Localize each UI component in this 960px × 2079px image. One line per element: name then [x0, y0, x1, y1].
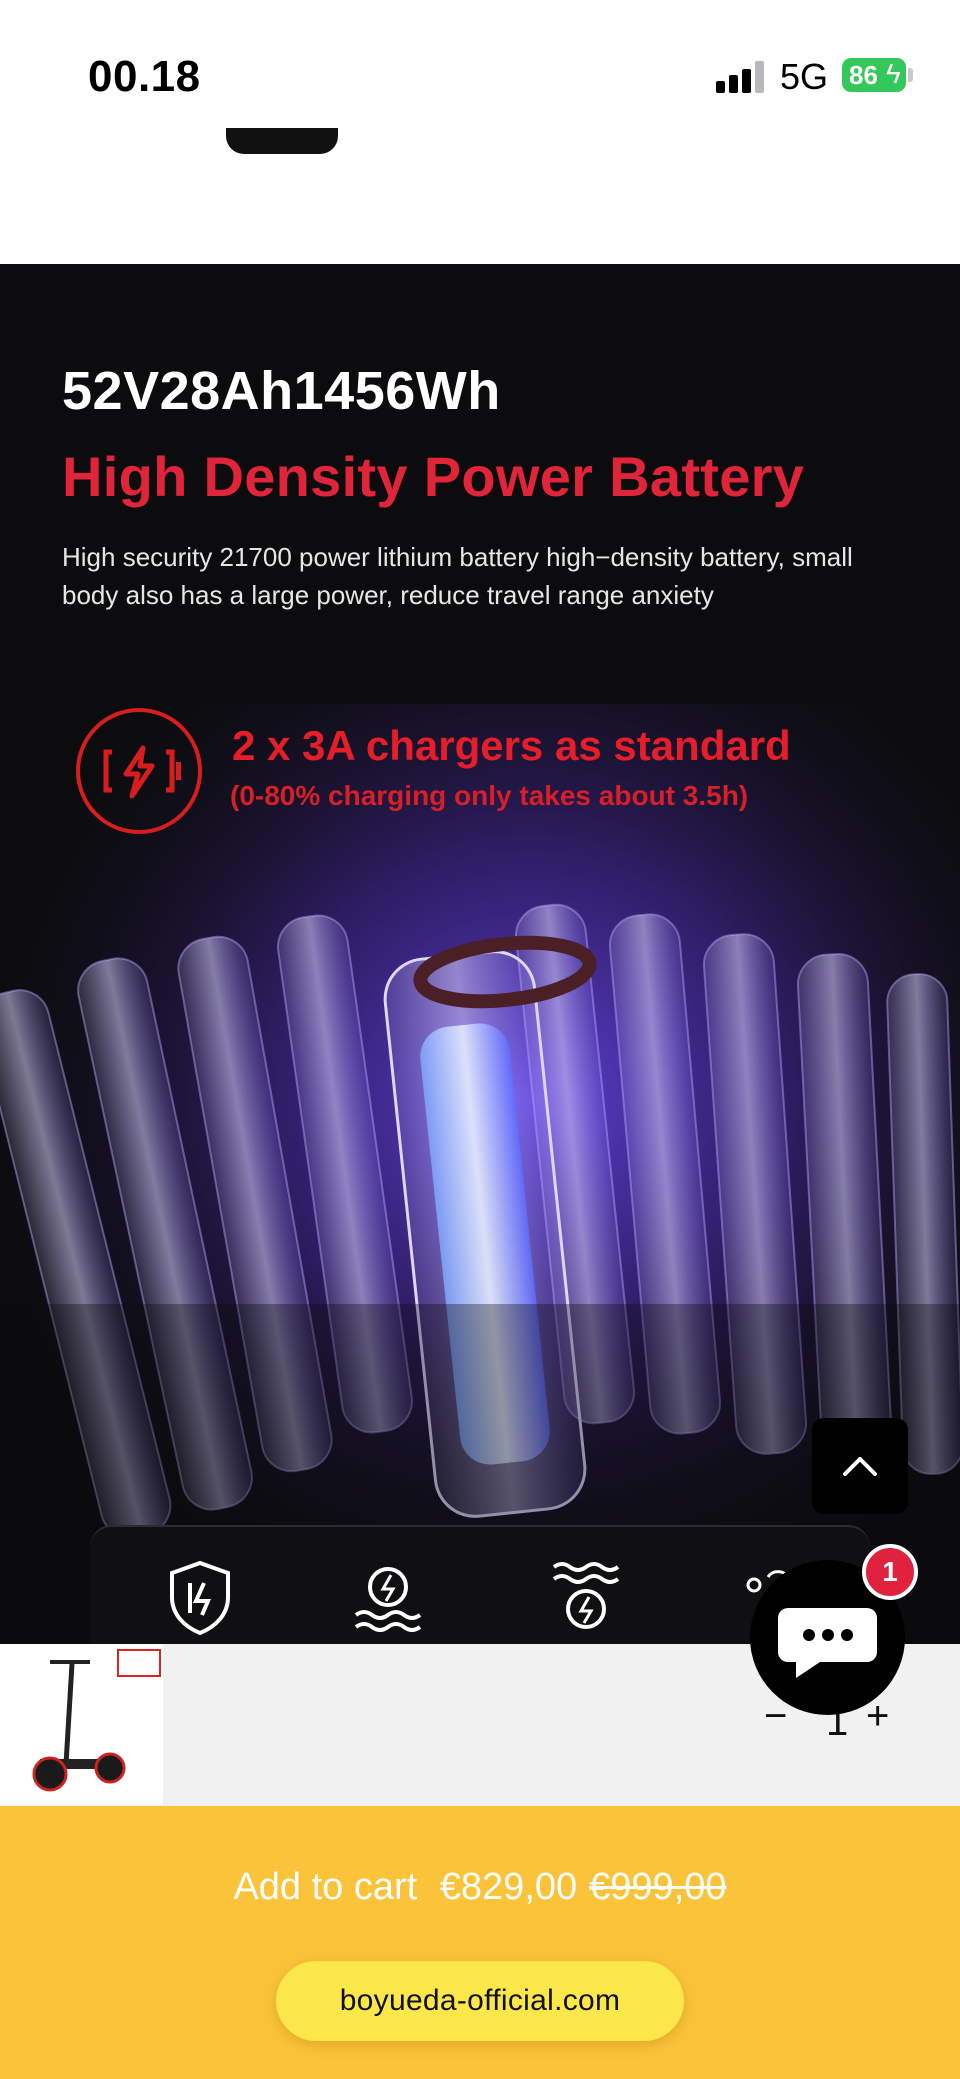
- add-to-cart-bar[interactable]: Add to cart €829,00 €999,00 boyueda-offic…: [0, 1806, 960, 2079]
- battery-capacity: 52V28Ah1456Wh: [62, 361, 501, 421]
- water-wave-gear-icon: [552, 1562, 620, 1629]
- chevron-up-icon: [843, 1457, 877, 1476]
- battery-level: 86: [849, 60, 878, 90]
- browser-url-bar[interactable]: boyueda-official.com: [276, 1961, 684, 2041]
- back-to-top-button[interactable]: [812, 1418, 908, 1514]
- status-bar: 00.18 5G 86 ϟ: [0, 0, 960, 130]
- charger-title: 2 x 3A chargers as standard: [232, 722, 791, 769]
- product-thumbnail[interactable]: [0, 1644, 163, 1806]
- charging-icon: [76, 708, 202, 834]
- network-type: 5G: [780, 56, 829, 97]
- add-to-cart-button[interactable]: Add to cart €829,00 €999,00: [0, 1866, 960, 1909]
- section-description: High security 21700 power lithium batter…: [62, 542, 853, 610]
- charger-subtitle: (0-80% charging only takes about 3.5h): [230, 780, 749, 811]
- scooter-image: [32, 1649, 161, 1792]
- waterproof-motor-icon: [354, 1567, 422, 1632]
- charging-bolt-icon: ϟ: [886, 58, 901, 89]
- battery-tip: [908, 68, 913, 82]
- original-price: €999,00: [589, 1866, 727, 1908]
- chat-unread-badge: 1: [862, 1544, 918, 1600]
- status-time: 00.18: [88, 52, 201, 101]
- sale-price: €829,00: [439, 1866, 578, 1908]
- cellular-signal-icon: [716, 61, 766, 93]
- shield-bolt-icon: [170, 1560, 230, 1636]
- add-to-cart-label: Add to cart: [233, 1866, 418, 1908]
- product-image-fragment: [226, 128, 338, 154]
- section-title: High Density Power Battery: [62, 445, 805, 508]
